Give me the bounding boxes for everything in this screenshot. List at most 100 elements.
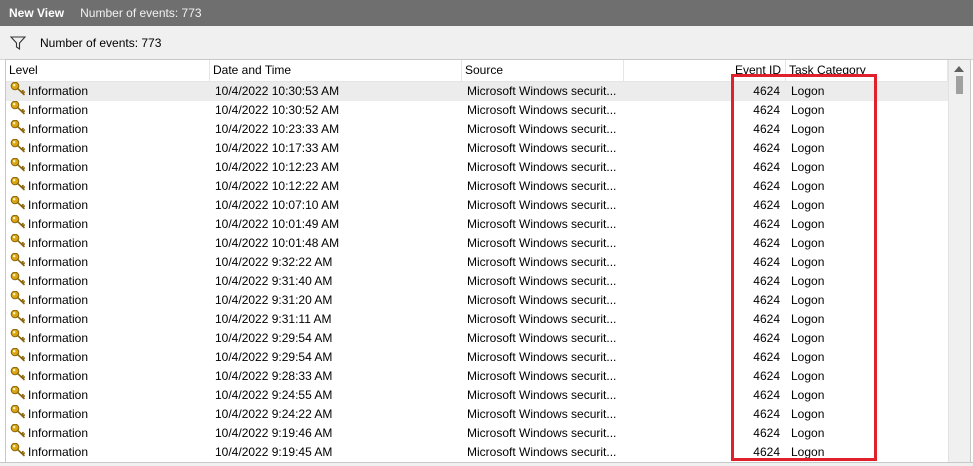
- cell-task-category: Logon: [791, 84, 825, 98]
- cell-date: 10/4/2022 9:24:55 AM: [215, 388, 333, 402]
- level-text: Information: [28, 293, 89, 307]
- cell-level: Information: [10, 310, 205, 329]
- cell-date: 10/4/2022 10:01:48 AM: [215, 236, 340, 250]
- table-row[interactable]: Information 10/4/2022 10:01:49 AM Microsof…: [6, 215, 948, 234]
- cell-event-id: 4624: [753, 198, 780, 212]
- column-header-event-id[interactable]: Event ID: [624, 60, 786, 81]
- cell-event-id: 4624: [753, 426, 780, 440]
- event-count-title: Number of events: 773: [80, 6, 202, 20]
- column-header-level[interactable]: Level: [6, 60, 210, 81]
- table-row[interactable]: Information 10/4/2022 9:24:22 AM Microsoft…: [6, 405, 948, 424]
- cell-event-id: 4624: [753, 179, 780, 193]
- cell-date: 10/4/2022 10:12:22 AM: [215, 179, 340, 193]
- cell-source: Microsoft Windows securit...: [467, 293, 617, 307]
- cell-level: Information: [10, 177, 205, 196]
- table-row[interactable]: Information 10/4/2022 10:12:23 AM Microsof…: [6, 158, 948, 177]
- level-text: Information: [28, 122, 89, 136]
- cell-task-category: Logon: [791, 255, 825, 269]
- cell-source: Microsoft Windows securit...: [467, 141, 617, 155]
- table-row[interactable]: Information 10/4/2022 9:19:45 AM Microsoft…: [6, 443, 948, 462]
- table-row[interactable]: Information 10/4/2022 9:29:54 AM Microsoft…: [6, 348, 948, 367]
- table-row[interactable]: Information 10/4/2022 9:24:55 AM Microsoft…: [6, 386, 948, 405]
- table-row[interactable]: Information 10/4/2022 9:31:11 AM Microsoft…: [6, 310, 948, 329]
- cell-task-category: Logon: [791, 122, 825, 136]
- cell-level: Information: [10, 291, 205, 310]
- cell-level: Information: [10, 405, 205, 424]
- cell-task-category: Logon: [791, 179, 825, 193]
- cell-date: 10/4/2022 9:19:46 AM: [215, 426, 333, 440]
- cell-task-category: Logon: [791, 236, 825, 250]
- cell-task-category: Logon: [791, 407, 825, 421]
- cell-level: Information: [10, 101, 205, 120]
- level-text: Information: [28, 179, 89, 193]
- cell-event-id: 4624: [753, 255, 780, 269]
- cell-task-category: Logon: [791, 312, 825, 326]
- cell-date: 10/4/2022 9:31:40 AM: [215, 274, 333, 288]
- cell-event-id: 4624: [753, 103, 780, 117]
- level-text: Information: [28, 103, 89, 117]
- cell-date: 10/4/2022 9:19:45 AM: [215, 445, 333, 459]
- table-row[interactable]: Information 10/4/2022 9:31:40 AM Microsoft…: [6, 272, 948, 291]
- key-icon: [10, 386, 28, 405]
- table-row[interactable]: Information 10/4/2022 9:32:22 AM Microsoft…: [6, 253, 948, 272]
- cell-event-id: 4624: [753, 141, 780, 155]
- column-header-source[interactable]: Source: [462, 60, 624, 81]
- key-icon: [10, 234, 28, 253]
- level-text: Information: [28, 198, 89, 212]
- table-row[interactable]: Information 10/4/2022 10:17:33 AM Microsof…: [6, 139, 948, 158]
- cell-source: Microsoft Windows securit...: [467, 84, 617, 98]
- table-row[interactable]: Information 10/4/2022 10:30:53 AM Microsof…: [6, 82, 948, 101]
- cell-level: Information: [10, 272, 205, 291]
- cell-event-id: 4624: [753, 122, 780, 136]
- key-icon: [10, 348, 28, 367]
- cell-event-id: 4624: [753, 407, 780, 421]
- cell-task-category: Logon: [791, 369, 825, 383]
- cell-task-category: Logon: [791, 350, 825, 364]
- column-header-task-category[interactable]: Task Category: [786, 60, 948, 81]
- cell-level: Information: [10, 386, 205, 405]
- cell-task-category: Logon: [791, 293, 825, 307]
- cell-level: Information: [10, 234, 205, 253]
- vertical-scrollbar[interactable]: [948, 60, 970, 464]
- cell-date: 10/4/2022 9:28:33 AM: [215, 369, 333, 383]
- filter-icon[interactable]: [10, 35, 26, 50]
- cell-source: Microsoft Windows securit...: [467, 426, 617, 440]
- cell-source: Microsoft Windows securit...: [467, 369, 617, 383]
- cell-event-id: 4624: [753, 331, 780, 345]
- table-row[interactable]: Information 10/4/2022 9:19:46 AM Microsoft…: [6, 424, 948, 443]
- key-icon: [10, 158, 28, 177]
- cell-event-id: 4624: [753, 350, 780, 364]
- cell-date: 10/4/2022 10:23:33 AM: [215, 122, 340, 136]
- cell-date: 10/4/2022 10:17:33 AM: [215, 141, 340, 155]
- key-icon: [10, 177, 28, 196]
- table-row[interactable]: Information 10/4/2022 9:29:54 AM Microsoft…: [6, 329, 948, 348]
- key-icon: [10, 215, 28, 234]
- cell-source: Microsoft Windows securit...: [467, 103, 617, 117]
- level-text: Information: [28, 350, 89, 364]
- cell-level: Information: [10, 215, 205, 234]
- table-row[interactable]: Information 10/4/2022 9:28:33 AM Microsoft…: [6, 367, 948, 386]
- level-text: Information: [28, 217, 89, 231]
- key-icon: [10, 367, 28, 386]
- table-row[interactable]: Information 10/4/2022 10:12:22 AM Microsof…: [6, 177, 948, 196]
- table-row[interactable]: Information 10/4/2022 9:31:20 AM Microsoft…: [6, 291, 948, 310]
- table-row[interactable]: Information 10/4/2022 10:23:33 AM Microsof…: [6, 120, 948, 139]
- scrollbar-thumb[interactable]: [956, 76, 963, 94]
- cell-source: Microsoft Windows securit...: [467, 160, 617, 174]
- column-header-date[interactable]: Date and Time: [210, 60, 462, 81]
- level-text: Information: [28, 274, 89, 288]
- table-row[interactable]: Information 10/4/2022 10:07:10 AM Microsof…: [6, 196, 948, 215]
- events-table: Level Date and Time Source Event ID Task…: [5, 59, 971, 465]
- table-row[interactable]: Information 10/4/2022 10:30:52 AM Microsof…: [6, 101, 948, 120]
- key-icon: [10, 253, 28, 272]
- scroll-up-arrow-icon[interactable]: [954, 66, 964, 72]
- key-icon: [10, 443, 28, 462]
- view-title-bar: New View Number of events: 773: [0, 0, 973, 26]
- cell-source: Microsoft Windows securit...: [467, 255, 617, 269]
- cell-date: 10/4/2022 10:30:53 AM: [215, 84, 340, 98]
- cell-level: Information: [10, 424, 205, 443]
- cell-level: Information: [10, 139, 205, 158]
- key-icon: [10, 120, 28, 139]
- table-row[interactable]: Information 10/4/2022 10:01:48 AM Microsof…: [6, 234, 948, 253]
- level-text: Information: [28, 84, 89, 98]
